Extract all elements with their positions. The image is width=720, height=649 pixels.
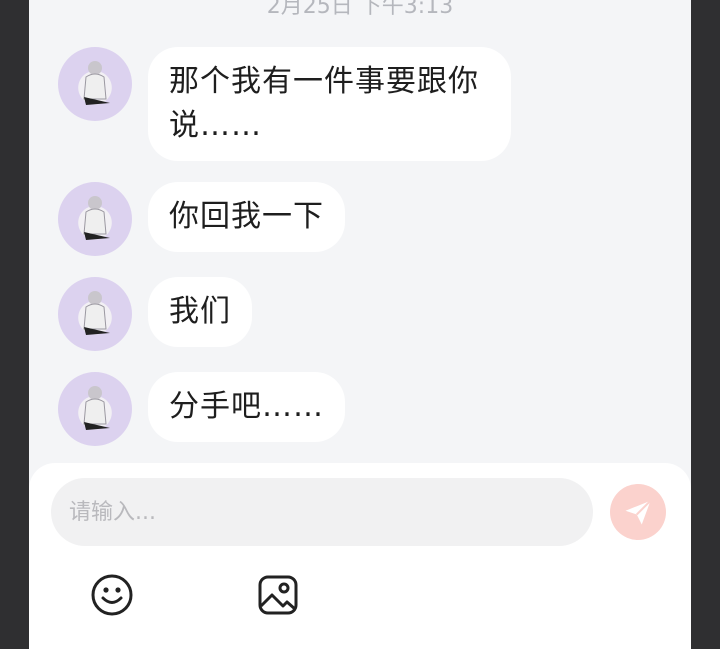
emoji-icon: [91, 574, 133, 616]
message-timestamp: 2月25日 下午3:13: [266, 0, 454, 19]
avatar[interactable]: [58, 182, 132, 256]
message-row: 那个我有一件事要跟你说……: [58, 47, 511, 161]
avatar-figure: [83, 61, 110, 105]
message-bubble[interactable]: 那个我有一件事要跟你说……: [148, 47, 511, 161]
avatar-figure: [83, 386, 110, 430]
send-icon: [625, 500, 652, 525]
message-row: 我们: [58, 277, 252, 351]
avatar[interactable]: [58, 277, 132, 351]
message-input[interactable]: [51, 478, 593, 546]
message-bubble[interactable]: 我们: [148, 277, 252, 347]
message-bubble[interactable]: 分手吧……: [148, 372, 345, 442]
composer-panel: [29, 463, 691, 649]
message-row: 分手吧……: [58, 372, 345, 446]
chat-screen: 2月25日 下午3:13 那个我有一件事要跟你说…… 你回我一下 我们 分手吧……: [29, 0, 691, 649]
avatar-figure: [83, 291, 110, 335]
send-button[interactable]: [610, 484, 666, 540]
image-button[interactable]: [256, 573, 300, 617]
avatar[interactable]: [58, 47, 132, 121]
avatar-figure: [83, 196, 110, 240]
emoji-button[interactable]: [90, 573, 134, 617]
message-row: 你回我一下: [58, 182, 345, 256]
image-icon: [258, 575, 298, 615]
message-bubble[interactable]: 你回我一下: [148, 182, 345, 252]
avatar[interactable]: [58, 372, 132, 446]
